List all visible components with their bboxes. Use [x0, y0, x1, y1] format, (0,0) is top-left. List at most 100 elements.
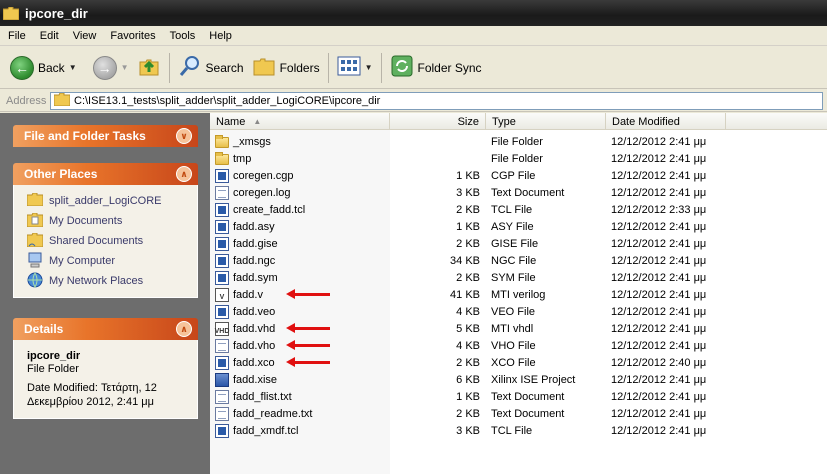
search-icon — [178, 54, 202, 81]
file-row[interactable]: fadd.ngc 34 KB NGC File 12/12/2012 2:41 μμ — [210, 252, 827, 269]
menu-favorites[interactable]: Favorites — [104, 30, 161, 42]
up-folder-button[interactable] — [133, 51, 165, 85]
back-dropdown-icon[interactable]: ▼ — [69, 63, 77, 72]
file-name-cell: fadd.asy — [210, 219, 390, 234]
place-my-network-places[interactable]: My Network Places — [14, 271, 197, 291]
file-icon — [215, 168, 229, 183]
views-button[interactable]: ▼ — [333, 51, 377, 85]
file-folder-tasks-header[interactable]: File and Folder Tasks ∨ — [13, 125, 198, 147]
chevron-down-icon[interactable]: ∨ — [176, 128, 192, 144]
file-row[interactable]: _xmsgs File Folder 12/12/2012 2:41 μμ — [210, 133, 827, 150]
file-type: SYM File — [491, 271, 536, 284]
file-icon — [215, 202, 229, 217]
title-bar: ipcore_dir — [0, 0, 827, 26]
forward-dropdown-icon[interactable]: ▼ — [121, 63, 129, 72]
menu-file[interactable]: File — [2, 30, 32, 42]
column-name[interactable]: Name ▲ — [210, 113, 390, 130]
other-places-header[interactable]: Other Places ∧ — [13, 163, 198, 185]
hdl-file-icon: VHD — [215, 321, 229, 336]
file-type: VEO File — [491, 305, 536, 318]
views-icon — [337, 55, 361, 80]
file-row[interactable]: fadd.sym 2 KB SYM File 12/12/2012 2:41 μμ — [210, 269, 827, 286]
folders-button[interactable]: Folders — [248, 51, 324, 85]
file-row[interactable]: coregen.log 3 KB Text Document 12/12/2012 2… — [210, 184, 827, 201]
menu-help[interactable]: Help — [203, 30, 238, 42]
other-places-panel: Other Places ∧ split_adder_LogiCORE My D… — [13, 163, 198, 298]
file-date-modified: 12/12/2012 2:41 μμ — [611, 288, 707, 301]
place-my-computer[interactable]: My Computer — [14, 251, 197, 271]
file-name-cell: tmp — [210, 152, 390, 165]
column-date-modified[interactable]: Date Modified — [606, 113, 726, 130]
place-my-documents[interactable]: My Documents — [14, 211, 197, 231]
column-headers: Name ▲ Size Type Date Modified — [210, 113, 827, 130]
chevron-up-icon[interactable]: ∧ — [176, 321, 192, 337]
file-name: fadd.sym — [233, 271, 278, 284]
menu-tools[interactable]: Tools — [164, 30, 202, 42]
file-row[interactable]: fadd.asy 1 KB ASY File 12/12/2012 2:41 μμ — [210, 218, 827, 235]
ise-project-icon — [215, 372, 229, 387]
up-folder-icon — [137, 54, 161, 81]
file-name-cell: coregen.cgp — [210, 168, 390, 183]
place-split-adder-logicore[interactable]: split_adder_LogiCORE — [14, 191, 197, 211]
file-row[interactable]: create_fadd.tcl 2 KB TCL File 12/12/2012 2:… — [210, 201, 827, 218]
file-name: fadd.vho — [233, 339, 276, 352]
column-type-label: Type — [492, 115, 516, 128]
back-button[interactable]: ← Back ▼ — [6, 51, 81, 85]
details-header[interactable]: Details ∧ — [13, 318, 198, 340]
folder-icon — [2, 6, 20, 20]
file-name: coregen.log — [233, 186, 291, 199]
file-type: CGP File — [491, 169, 536, 182]
file-type: Text Document — [491, 407, 565, 420]
address-label: Address — [6, 94, 47, 107]
file-icon — [215, 236, 229, 251]
search-button[interactable]: Search — [174, 51, 248, 85]
file-row[interactable]: fadd.gise 2 KB GISE File 12/12/2012 2:41 μμ — [210, 235, 827, 252]
file-icon — [215, 219, 229, 234]
file-row[interactable]: fadd_readme.txt 2 KB Text Document 12/12/20… — [210, 405, 827, 422]
file-name: fadd.veo — [233, 305, 276, 318]
forward-button[interactable]: → ▼ — [89, 51, 133, 85]
file-size: 5 KB — [456, 322, 480, 335]
file-row[interactable]: fadd.xise 6 KB Xilinx ISE Project 12/12/201… — [210, 371, 827, 388]
file-row[interactable]: fadd_flist.txt 1 KB Text Document 12/12/201… — [210, 388, 827, 405]
column-type[interactable]: Type — [486, 113, 606, 130]
column-size-label: Size — [457, 115, 479, 128]
file-name: fadd.ngc — [233, 254, 276, 267]
address-input[interactable]: C:\ISE13.1_tests\split_adder\split_adder… — [50, 91, 823, 110]
details-body: ipcore_dir File Folder Date Modified: Τε… — [13, 340, 198, 419]
place-label: My Network Places — [49, 275, 144, 287]
file-name: tmp — [233, 152, 252, 165]
menu-view[interactable]: View — [67, 30, 103, 42]
red-arrow-icon — [286, 357, 330, 367]
file-row[interactable]: coregen.cgp 1 KB CGP File 12/12/2012 2:41 μ… — [210, 167, 827, 184]
column-size[interactable]: Size — [390, 113, 486, 130]
red-arrow-icon — [286, 323, 330, 333]
file-type: TCL File — [491, 203, 533, 216]
my-documents-icon — [26, 212, 44, 230]
file-name: _xmsgs — [233, 135, 271, 148]
file-size: 2 KB — [456, 407, 480, 420]
file-date-modified: 12/12/2012 2:41 μμ — [611, 305, 707, 318]
menu-edit[interactable]: Edit — [34, 30, 65, 42]
file-folder-tasks-title: File and Folder Tasks — [24, 129, 146, 143]
file-date-modified: 12/12/2012 2:41 μμ — [611, 271, 707, 284]
file-row[interactable]: fadd_xmdf.tcl 3 KB TCL File 12/12/2012 2:41… — [210, 422, 827, 439]
file-icon — [215, 253, 229, 268]
file-size: 1 KB — [456, 220, 480, 233]
sort-ascending-icon: ▲ — [253, 117, 262, 126]
chevron-up-icon[interactable]: ∧ — [176, 166, 192, 182]
place-shared-documents[interactable]: Shared Documents — [14, 231, 197, 251]
file-type: File Folder — [491, 152, 543, 165]
details-type: File Folder — [27, 363, 79, 375]
column-name-label: Name — [216, 115, 246, 128]
file-date-modified: 12/12/2012 2:41 μμ — [611, 373, 707, 386]
folder-sync-button[interactable]: Folder Sync — [386, 51, 486, 85]
file-date-modified: 12/12/2012 2:41 μμ — [611, 407, 707, 420]
file-name: fadd_xmdf.tcl — [233, 424, 299, 437]
file-folder-tasks-panel: File and Folder Tasks ∨ — [13, 125, 198, 147]
file-row[interactable]: tmp File Folder 12/12/2012 2:41 μμ — [210, 150, 827, 167]
views-dropdown-icon[interactable]: ▼ — [365, 63, 373, 72]
file-size: 3 KB — [456, 186, 480, 199]
file-row[interactable]: fadd.veo 4 KB VEO File 12/12/2012 2:41 μμ — [210, 303, 827, 320]
file-date-modified: 12/12/2012 2:41 μμ — [611, 220, 707, 233]
